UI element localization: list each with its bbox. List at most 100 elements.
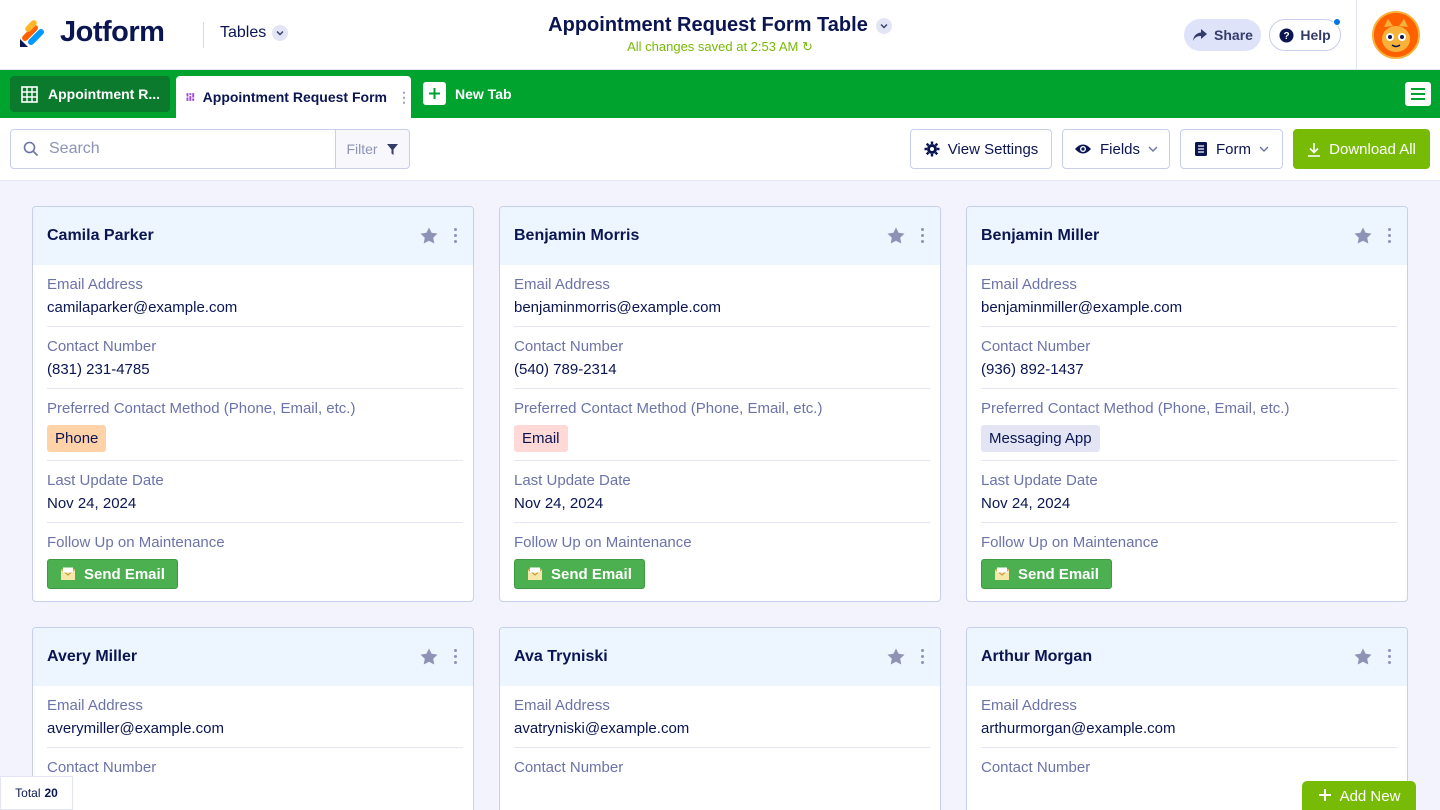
plus-icon: [423, 82, 446, 105]
new-tab-label: New Tab: [455, 85, 512, 102]
field-label: Contact Number: [514, 759, 624, 776]
field-last-update: Last Update Date Nov 24, 2024: [47, 461, 463, 523]
total-label: Total: [15, 786, 41, 800]
field-label: Email Address: [514, 697, 610, 714]
card-options-icon[interactable]: [454, 649, 457, 664]
record-card[interactable]: Ava Tryniski Email Address avatryniski@e…: [499, 627, 941, 810]
card-options-icon[interactable]: [921, 228, 924, 243]
star-icon[interactable]: [1354, 227, 1372, 244]
toolbar: Filter View Settings Fields Form Downloa…: [0, 118, 1440, 181]
search-box: [10, 129, 336, 169]
gear-icon: [924, 141, 940, 157]
field-label: Email Address: [981, 697, 1077, 714]
star-icon[interactable]: [887, 227, 905, 244]
send-email-label: Send Email: [551, 565, 632, 583]
record-card[interactable]: Benjamin Miller Email Address benjaminmi…: [966, 206, 1408, 602]
download-all-button[interactable]: Download All: [1293, 129, 1430, 169]
tab-options-icon[interactable]: ⋮: [397, 89, 411, 106]
field-value: arthurmorgan@example.com: [981, 720, 1176, 737]
help-label: Help: [1300, 27, 1331, 43]
field-label: Contact Number: [47, 338, 157, 355]
field-value: (540) 789-2314: [514, 361, 617, 378]
avatar[interactable]: [1372, 11, 1420, 59]
star-icon[interactable]: [1354, 648, 1372, 665]
record-card[interactable]: Avery Miller Email Address averymiller@e…: [32, 627, 474, 810]
view-settings-button[interactable]: View Settings: [910, 129, 1052, 169]
star-icon[interactable]: [420, 648, 438, 665]
card-options-icon[interactable]: [921, 649, 924, 664]
chevron-down-icon: [1148, 146, 1158, 152]
card-options-icon[interactable]: [454, 228, 457, 243]
card-header: Benjamin Miller: [967, 207, 1407, 265]
help-button[interactable]: ? Help: [1269, 19, 1341, 51]
page-title[interactable]: Appointment Request Form Table: [548, 14, 868, 37]
jotform-logo[interactable]: Jotform: [18, 16, 165, 49]
field-label: Last Update Date: [981, 472, 1098, 489]
field-email: Email Address benjaminmiller@example.com: [981, 265, 1397, 327]
field-label: Contact Number: [47, 759, 157, 776]
send-email-button[interactable]: Send Email: [981, 559, 1112, 589]
field-contact: Contact Number (540) 789-2314: [514, 327, 930, 389]
field-last-update: Last Update Date Nov 24, 2024: [514, 461, 930, 523]
product-dropdown[interactable]: Tables: [220, 24, 289, 42]
fields-dropdown[interactable]: Fields: [1062, 129, 1170, 169]
jotform-logo-icon: [20, 19, 44, 47]
field-value: (936) 892-1437: [981, 361, 1084, 378]
card-options-icon[interactable]: [1388, 649, 1391, 664]
title-block: Appointment Request Form Table All chang…: [540, 14, 900, 55]
search-input[interactable]: [49, 140, 309, 158]
card-header: Camila Parker: [33, 207, 473, 265]
field-value: camilaparker@example.com: [47, 299, 238, 316]
preferred-method-tag: Phone: [47, 425, 107, 452]
chevron-down-icon: [272, 25, 289, 41]
preferred-method-tag: Messaging App: [981, 425, 1100, 452]
share-button[interactable]: Share: [1184, 19, 1261, 51]
field-value: benjaminmiller@example.com: [981, 299, 1183, 316]
field-contact: Contact Number (831) 231-4785: [47, 327, 463, 389]
record-card[interactable]: Benjamin Morris Email Address benjaminmo…: [499, 206, 941, 602]
view-settings-label: View Settings: [947, 140, 1039, 158]
field-value: avatryniski@example.com: [514, 720, 690, 737]
field-value: Nov 24, 2024: [514, 495, 604, 512]
send-email-button[interactable]: Send Email: [514, 559, 645, 589]
star-icon[interactable]: [887, 648, 905, 665]
field-preferred: Preferred Contact Method (Phone, Email, …: [47, 389, 463, 461]
total-count: Total 20: [0, 776, 73, 810]
star-icon[interactable]: [420, 227, 438, 244]
field-email: Email Address avatryniski@example.com: [514, 686, 930, 748]
title-chevron-down-icon[interactable]: [875, 17, 892, 34]
card-view-icon: [186, 93, 195, 101]
brand-name: Jotform: [60, 16, 165, 48]
tab-table-view[interactable]: Appointment R...: [10, 76, 170, 112]
field-value: Nov 24, 2024: [47, 495, 137, 512]
field-label: Email Address: [981, 276, 1077, 293]
card-options-icon[interactable]: [1388, 228, 1391, 243]
field-label: Preferred Contact Method (Phone, Email, …: [981, 400, 1290, 417]
divider: [203, 22, 204, 48]
field-preferred: Preferred Contact Method (Phone, Email, …: [981, 389, 1397, 461]
record-card[interactable]: Camila Parker Email Address camilaparker…: [32, 206, 474, 602]
filter-button[interactable]: Filter: [335, 129, 410, 169]
card-name: Avery Miller: [47, 648, 138, 665]
card-header: Arthur Morgan: [967, 628, 1407, 686]
field-label: Preferred Contact Method (Phone, Email, …: [514, 400, 823, 417]
filter-label: Filter: [346, 141, 378, 157]
field-email: Email Address camilaparker@example.com: [47, 265, 463, 327]
top-header: Jotform Tables Appointment Request Form …: [0, 0, 1440, 70]
search-icon: [23, 141, 39, 157]
send-email-button[interactable]: Send Email: [47, 559, 178, 589]
save-status: All changes saved at 2:53 AM ↻: [540, 39, 900, 55]
field-label: Follow Up on Maintenance: [981, 534, 1159, 551]
add-new-button[interactable]: Add New: [1302, 781, 1416, 810]
field-preferred: Preferred Contact Method (Phone, Email, …: [514, 389, 930, 461]
tab-form-view[interactable]: Appointment Request Form ⋮: [176, 76, 411, 118]
card-header: Ava Tryniski: [500, 628, 940, 686]
new-tab-button[interactable]: New Tab: [423, 82, 512, 105]
form-dropdown[interactable]: Form: [1180, 129, 1283, 169]
tab-form-view-label: Appointment Request Form: [202, 89, 387, 105]
send-email-label: Send Email: [1018, 565, 1099, 583]
field-value: Nov 24, 2024: [981, 495, 1071, 512]
field-label: Last Update Date: [514, 472, 631, 489]
divider: [1356, 0, 1357, 70]
hamburger-menu-icon[interactable]: [1405, 82, 1431, 106]
